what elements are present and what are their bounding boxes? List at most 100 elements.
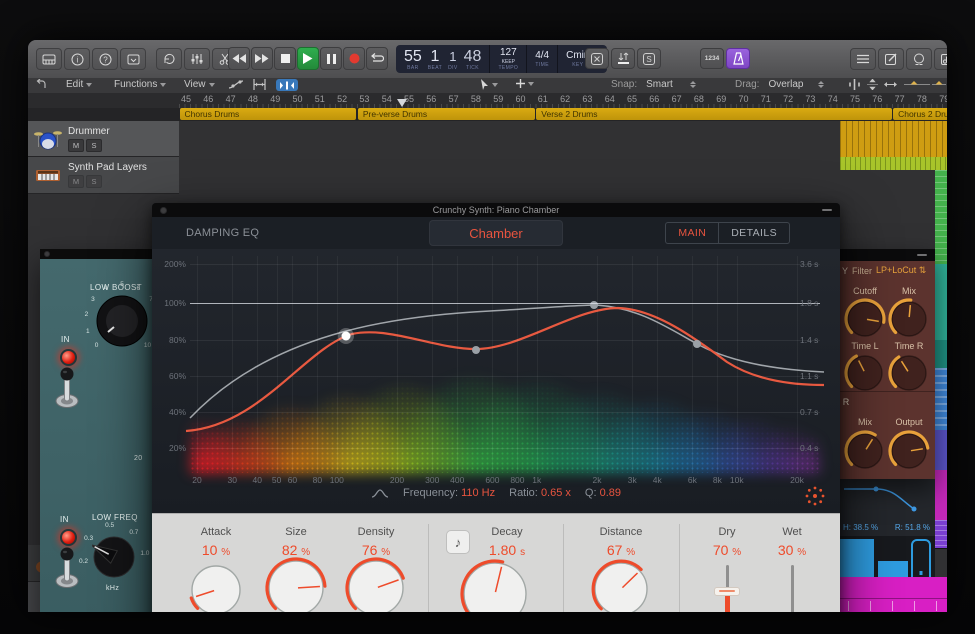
track-region[interactable]: [840, 157, 947, 170]
time-r-knob[interactable]: [887, 351, 931, 395]
browsers-button[interactable]: [934, 48, 947, 70]
mix-knob[interactable]: [843, 429, 887, 473]
attack-knob[interactable]: [187, 561, 245, 612]
spectrum-plot[interactable]: [190, 256, 820, 473]
catch-playhead-button[interactable]: [276, 79, 298, 91]
density-knob[interactable]: [344, 556, 408, 612]
burst-icon[interactable]: [804, 485, 826, 507]
undo-arrow-icon[interactable]: [36, 79, 47, 89]
dry-slider[interactable]: [714, 587, 740, 596]
automation-icon: [228, 79, 244, 90]
distance-knob[interactable]: [590, 558, 652, 612]
track-region[interactable]: [935, 520, 947, 549]
forward-button[interactable]: [251, 47, 273, 70]
track-region[interactable]: [935, 170, 947, 265]
arrangement-marker[interactable]: Pre-verse Drums: [358, 108, 535, 120]
track-region[interactable]: [935, 430, 947, 471]
low-freq-knob[interactable]: [92, 531, 136, 581]
damping-eq-button[interactable]: DAMPING EQ: [186, 227, 259, 239]
chromaverb-titlebar[interactable]: Crunchy Synth: Piano Chamber: [152, 203, 840, 217]
zoom-slider-vertical[interactable]: [904, 79, 930, 90]
low-boost-knob[interactable]: [95, 294, 149, 348]
record-button[interactable]: [343, 47, 365, 70]
track-region[interactable]: [840, 121, 947, 158]
stop-button[interactable]: [274, 47, 296, 70]
count-in-button[interactable]: 1234: [700, 48, 724, 69]
cycle-mode-button[interactable]: [156, 48, 182, 70]
y-axis-label-left: 200%: [158, 259, 186, 269]
gridline: [232, 256, 233, 473]
play-button[interactable]: [297, 47, 319, 70]
menu-functions[interactable]: Functions: [114, 79, 166, 90]
track-region[interactable]: [935, 340, 947, 369]
eq-node[interactable]: [693, 340, 701, 348]
track-header-synth[interactable]: Synth Pad Layers MS: [28, 157, 179, 194]
delay-titlebar[interactable]: [838, 249, 935, 261]
room-type-select[interactable]: Chamber: [429, 220, 563, 246]
lcd-div: 1: [449, 48, 456, 65]
snap-menu[interactable]: Snap:Smart: [611, 79, 696, 90]
decay-knob[interactable]: [459, 558, 531, 612]
track-header-drummer[interactable]: Drummer MS: [28, 121, 179, 157]
metronome-button[interactable]: [726, 48, 750, 69]
solo-button[interactable]: S: [86, 175, 102, 188]
gridline: [692, 256, 693, 473]
mute-button[interactable]: M: [68, 139, 84, 152]
close-icon[interactable]: [160, 207, 167, 214]
flex-button[interactable]: [252, 79, 267, 90]
zoom-slider-horizontal[interactable]: [932, 79, 946, 90]
apple-loops-button[interactable]: [906, 48, 932, 70]
time-l-knob[interactable]: [843, 351, 887, 395]
arrangement-marker[interactable]: Chorus 2 Drums: [893, 108, 947, 120]
vertical-zoom-button[interactable]: [866, 79, 879, 90]
list-editors-button[interactable]: [850, 48, 876, 70]
filter-select[interactable]: LP+LoCut ⇅: [876, 265, 926, 276]
toggle-switch[interactable]: [54, 545, 80, 589]
pointer-tool-menu[interactable]: [480, 79, 498, 90]
track-region[interactable]: [935, 470, 947, 521]
bar-ruler[interactable]: 4546474849505152535455565758596061626364…: [28, 93, 947, 109]
solo-mode-button[interactable]: S: [637, 48, 661, 69]
menu-edit[interactable]: Edit: [66, 79, 92, 90]
autopunch-out-button[interactable]: [585, 48, 609, 69]
lcd-display[interactable]: 55BAR 1BEAT 1DIV 48TICK 127KEEPTEMPO 4/4…: [396, 45, 607, 73]
size-knob[interactable]: [264, 556, 328, 612]
arrangement-marker[interactable]: Verse 2 Drums: [536, 108, 891, 120]
eq-node[interactable]: [472, 346, 480, 354]
quick-help-button[interactable]: ?: [92, 48, 118, 70]
rewind-button[interactable]: [228, 47, 250, 70]
loop-button[interactable]: [366, 47, 388, 70]
command-tool-menu[interactable]: [516, 79, 534, 88]
horizontal-zoom-button[interactable]: [884, 79, 897, 90]
tab-main[interactable]: MAIN: [665, 222, 718, 244]
solo-button[interactable]: S: [86, 139, 102, 152]
waveform-zoom-button[interactable]: [848, 79, 861, 90]
track-region[interactable]: [935, 264, 947, 341]
vintage-eq-titlebar[interactable]: [40, 249, 152, 259]
pattern-bar[interactable]: [840, 539, 874, 581]
minimize-icon[interactable]: [917, 254, 927, 256]
playhead-marker[interactable]: [397, 99, 407, 107]
minimize-icon[interactable]: [822, 209, 832, 211]
drag-menu[interactable]: Drag:Overlap: [735, 79, 824, 90]
toolbar-panel-button[interactable]: [120, 48, 146, 70]
menu-view[interactable]: View: [184, 79, 215, 90]
mixer-button[interactable]: [184, 48, 210, 70]
note-pads-button[interactable]: [878, 48, 904, 70]
pause-button[interactable]: [320, 47, 342, 70]
mute-button[interactable]: M: [68, 175, 84, 188]
toggle-switch[interactable]: [54, 365, 80, 409]
punch-in-button[interactable]: [611, 48, 635, 69]
tab-details[interactable]: DETAILS: [718, 222, 790, 244]
track-region[interactable]: [935, 368, 947, 431]
cutoff-knob[interactable]: [843, 297, 887, 341]
automation-button[interactable]: [228, 79, 244, 90]
inspector-button[interactable]: i: [64, 48, 90, 70]
library-button[interactable]: [36, 48, 62, 70]
mix-knob[interactable]: [887, 297, 931, 341]
y-axis-label-right: 0.4 s: [800, 443, 818, 453]
arrangement-marker[interactable]: Chorus Drums: [180, 108, 357, 120]
output-knob[interactable]: [887, 429, 931, 473]
lcd-key-label: KEY: [572, 62, 583, 68]
close-icon[interactable]: [44, 251, 50, 257]
